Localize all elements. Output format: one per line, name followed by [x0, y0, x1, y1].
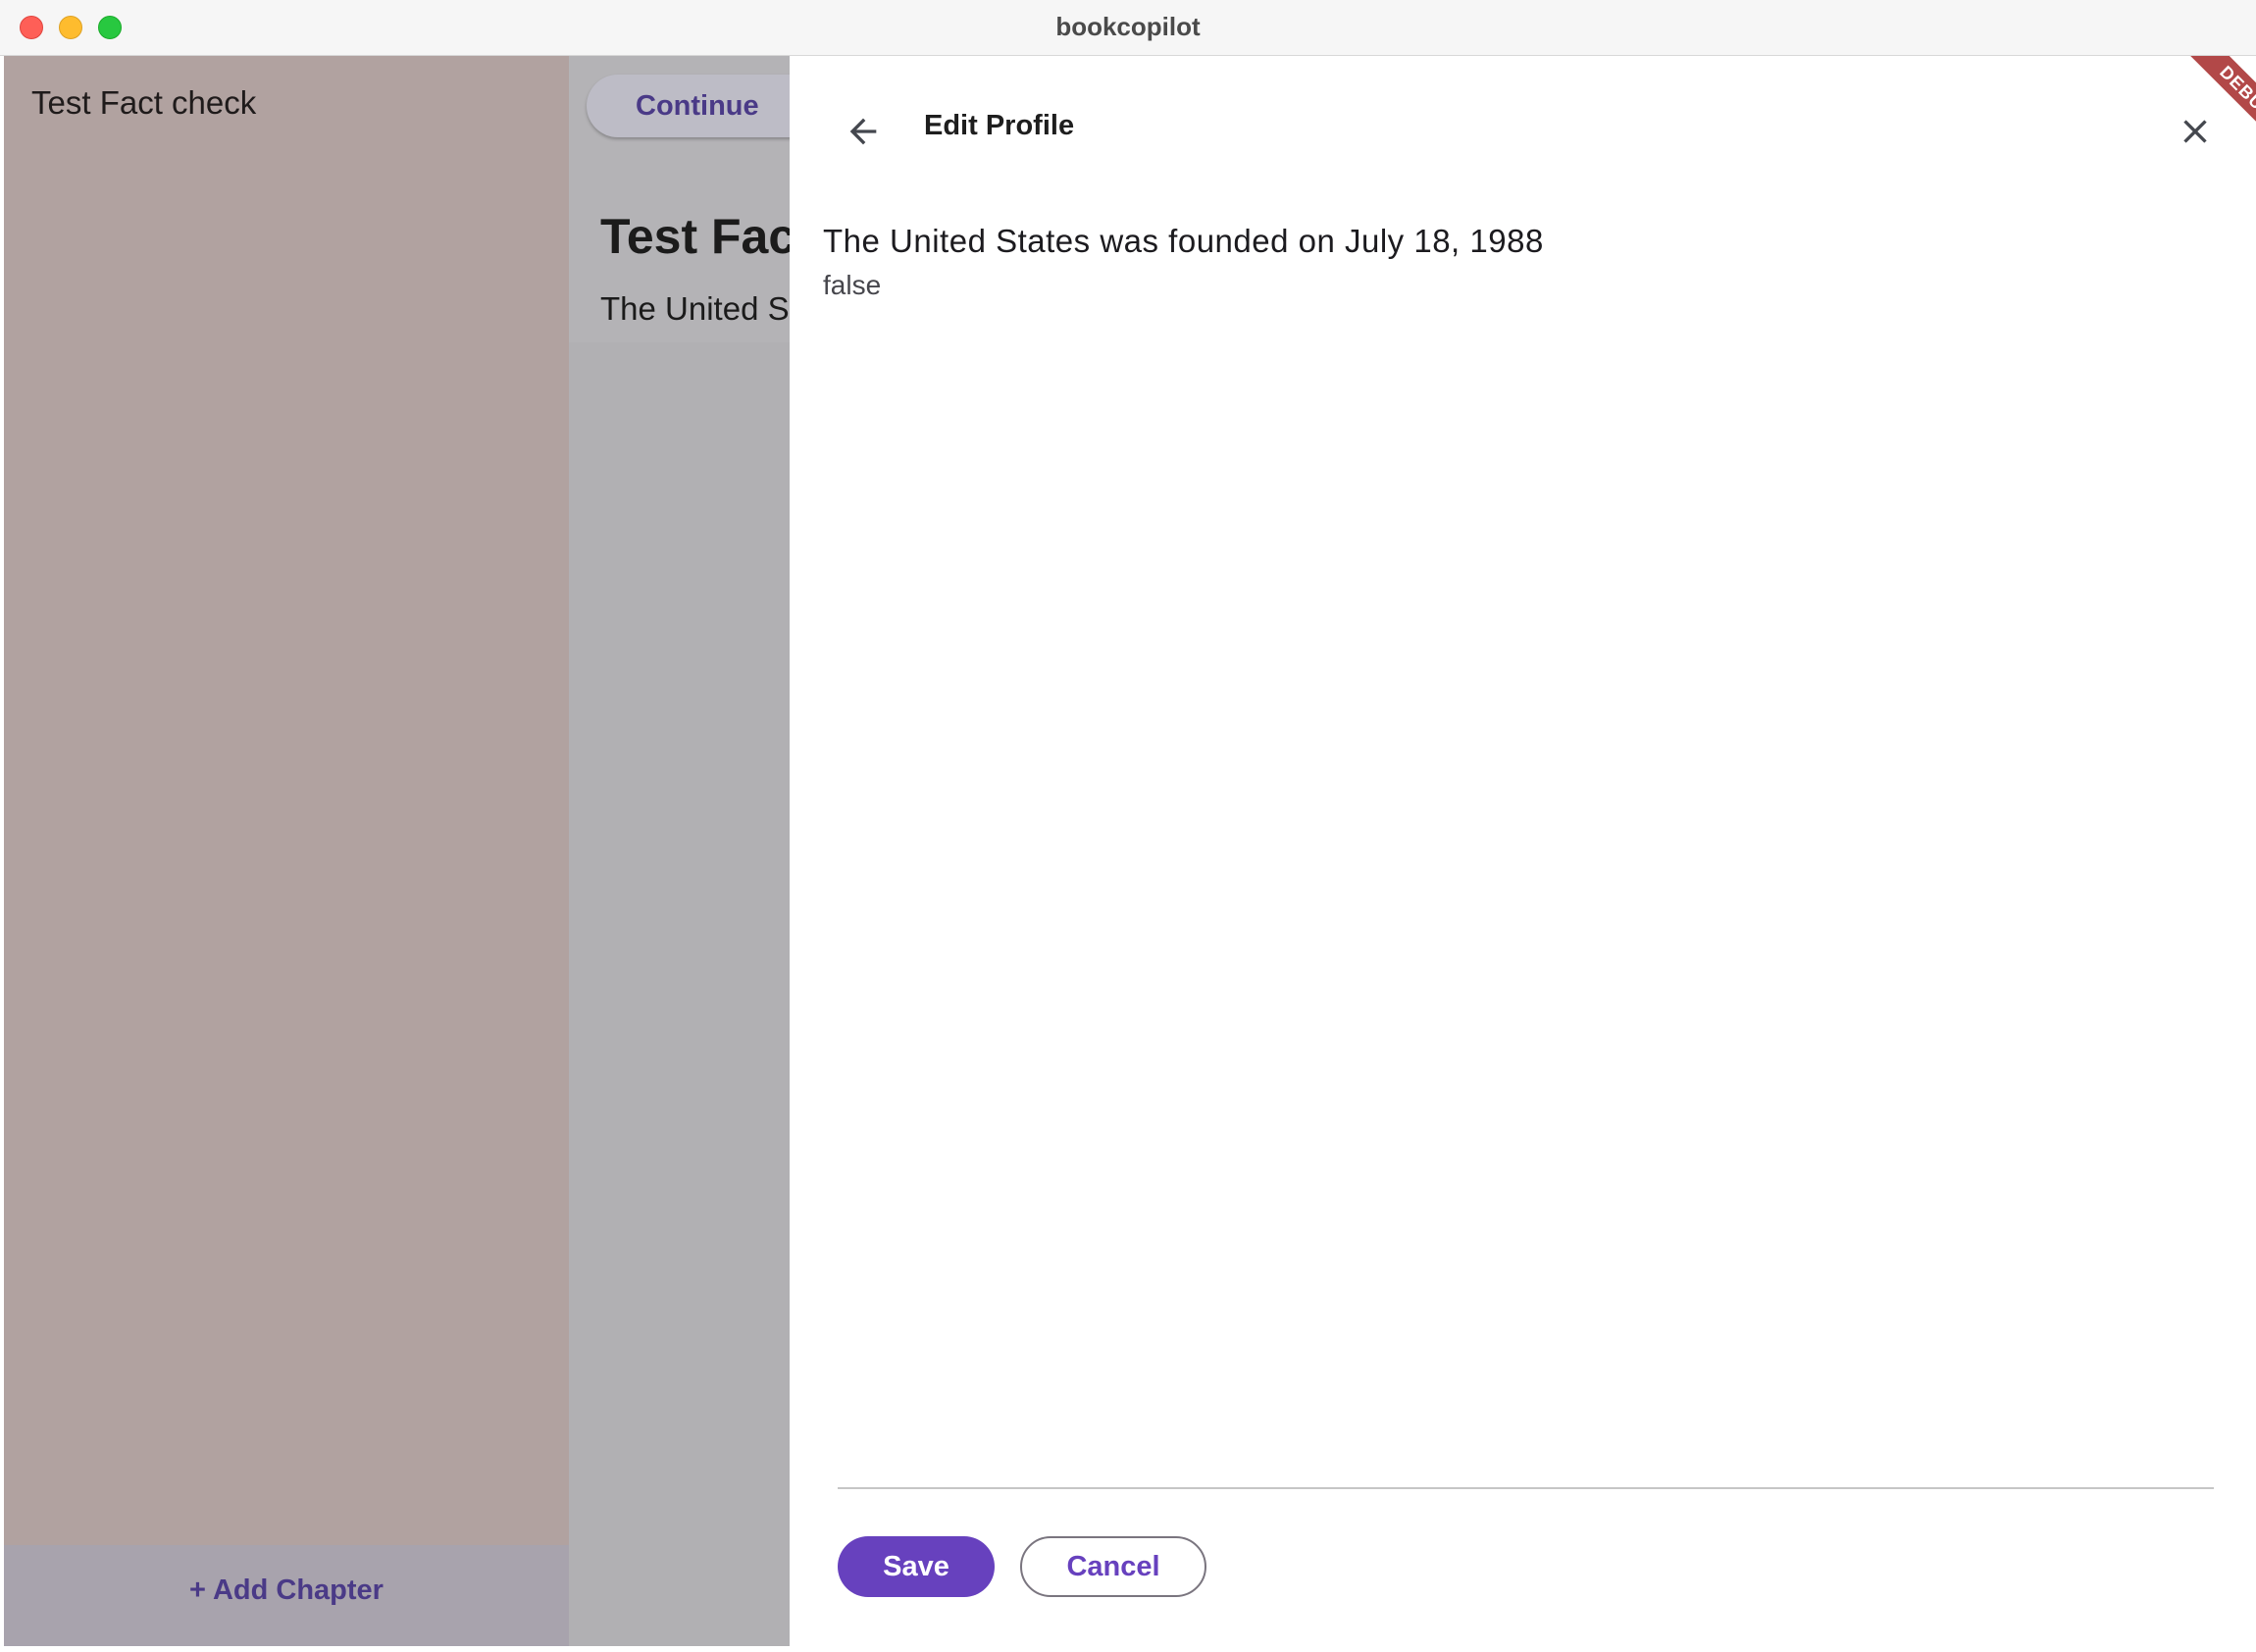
edit-profile-panel: Edit Profile The United States was found…	[790, 56, 2256, 1646]
sidebar	[4, 56, 569, 1545]
window-title: bookcopilot	[1055, 12, 1201, 41]
sidebar-book-title[interactable]: Test Fact check	[31, 84, 256, 122]
title-bar: bookcopilot	[0, 0, 2256, 56]
close-icon	[2183, 120, 2207, 143]
footer-divider	[838, 1487, 2214, 1489]
app-window: bookcopilot Test Fact check + Add Chapte…	[0, 0, 2256, 1652]
panel-title: Edit Profile	[924, 110, 1075, 141]
chapter-heading: Test Fac	[600, 209, 796, 264]
chapter-body-text: The United S	[600, 290, 790, 327]
add-chapter-button[interactable]: + Add Chapter	[4, 1575, 569, 1607]
fact-statement: The United States was founded on July 18…	[823, 223, 1544, 259]
cancel-button[interactable]: Cancel	[1020, 1536, 1206, 1597]
save-button[interactable]: Save	[838, 1536, 995, 1597]
close-panel-button[interactable]	[2165, 101, 2226, 162]
back-button[interactable]	[833, 101, 894, 162]
fact-verdict: false	[823, 270, 882, 300]
continue-button[interactable]: Continue	[587, 75, 822, 137]
arrow-back-icon	[849, 118, 877, 145]
